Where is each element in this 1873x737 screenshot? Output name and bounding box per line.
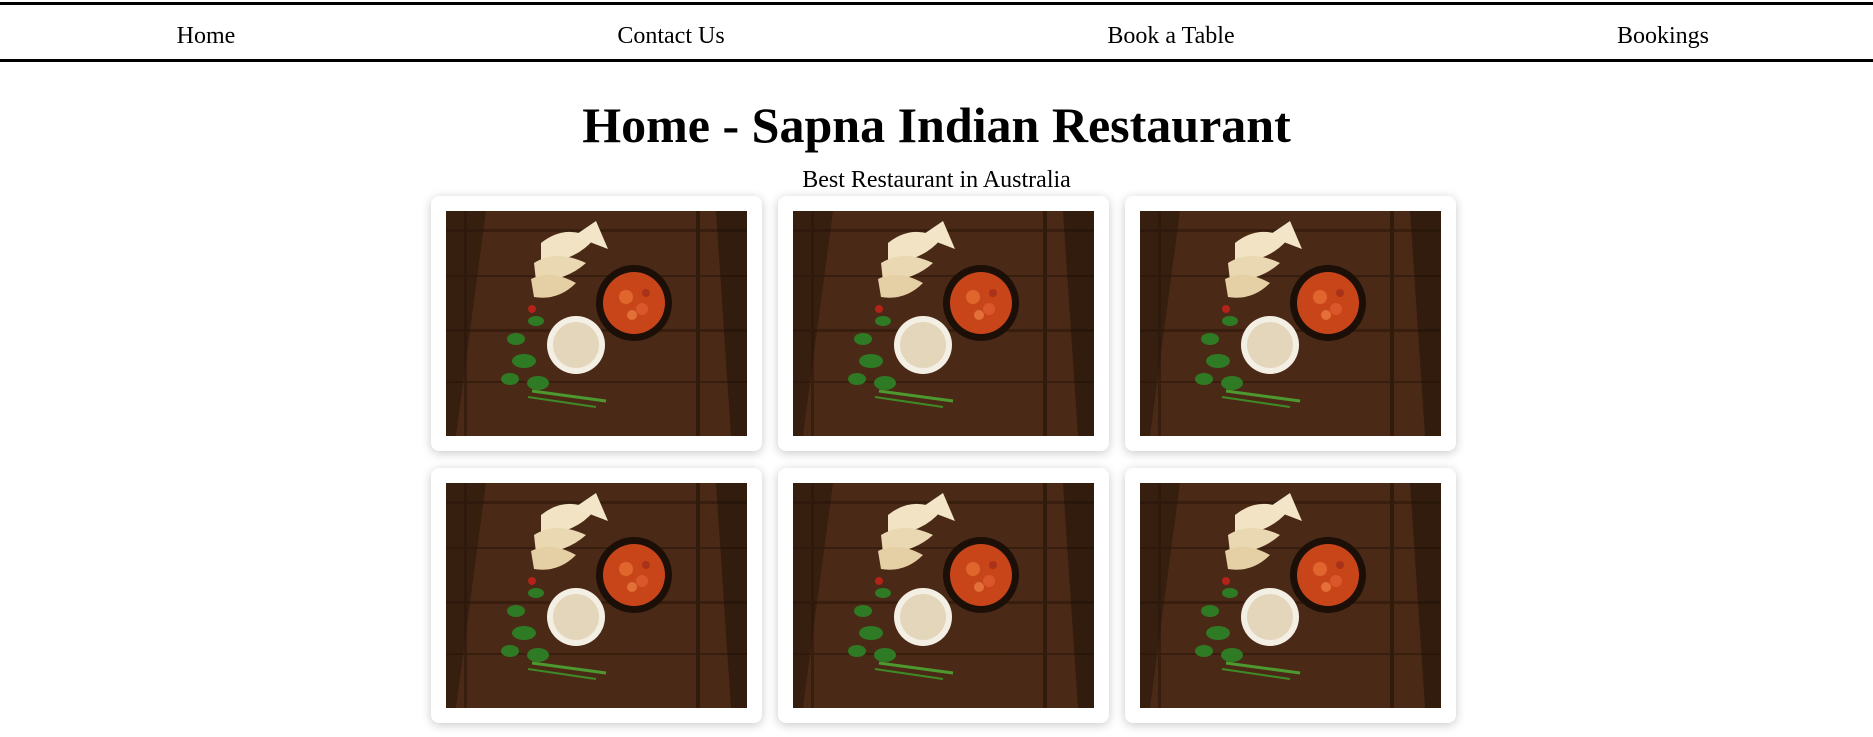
nav-link-book-a-table[interactable]: Book a Table [1107,5,1234,59]
top-navigation: Home Contact Us Book a Table Bookings [0,2,1873,62]
indian-curry-dish-photo [446,483,747,708]
nav-link-contact-us[interactable]: Contact Us [617,5,724,59]
nav-link-bookings[interactable]: Bookings [1617,5,1709,59]
gallery-card [778,196,1109,451]
gallery-card [431,468,762,723]
indian-curry-dish-photo [793,211,1094,436]
gallery-card [778,468,1109,723]
gallery-card [1125,468,1456,723]
page-subtitle: Best Restaurant in Australia [802,167,1071,193]
indian-curry-dish-photo [446,211,747,436]
indian-curry-dish-photo [1140,483,1441,708]
indian-curry-dish-photo [1140,211,1441,436]
nav-link-home[interactable]: Home [177,5,236,59]
page-title: Home - Sapna Indian Restaurant [582,97,1291,153]
indian-curry-dish-photo [793,483,1094,708]
gallery-card [1125,196,1456,451]
gallery-card [431,196,762,451]
